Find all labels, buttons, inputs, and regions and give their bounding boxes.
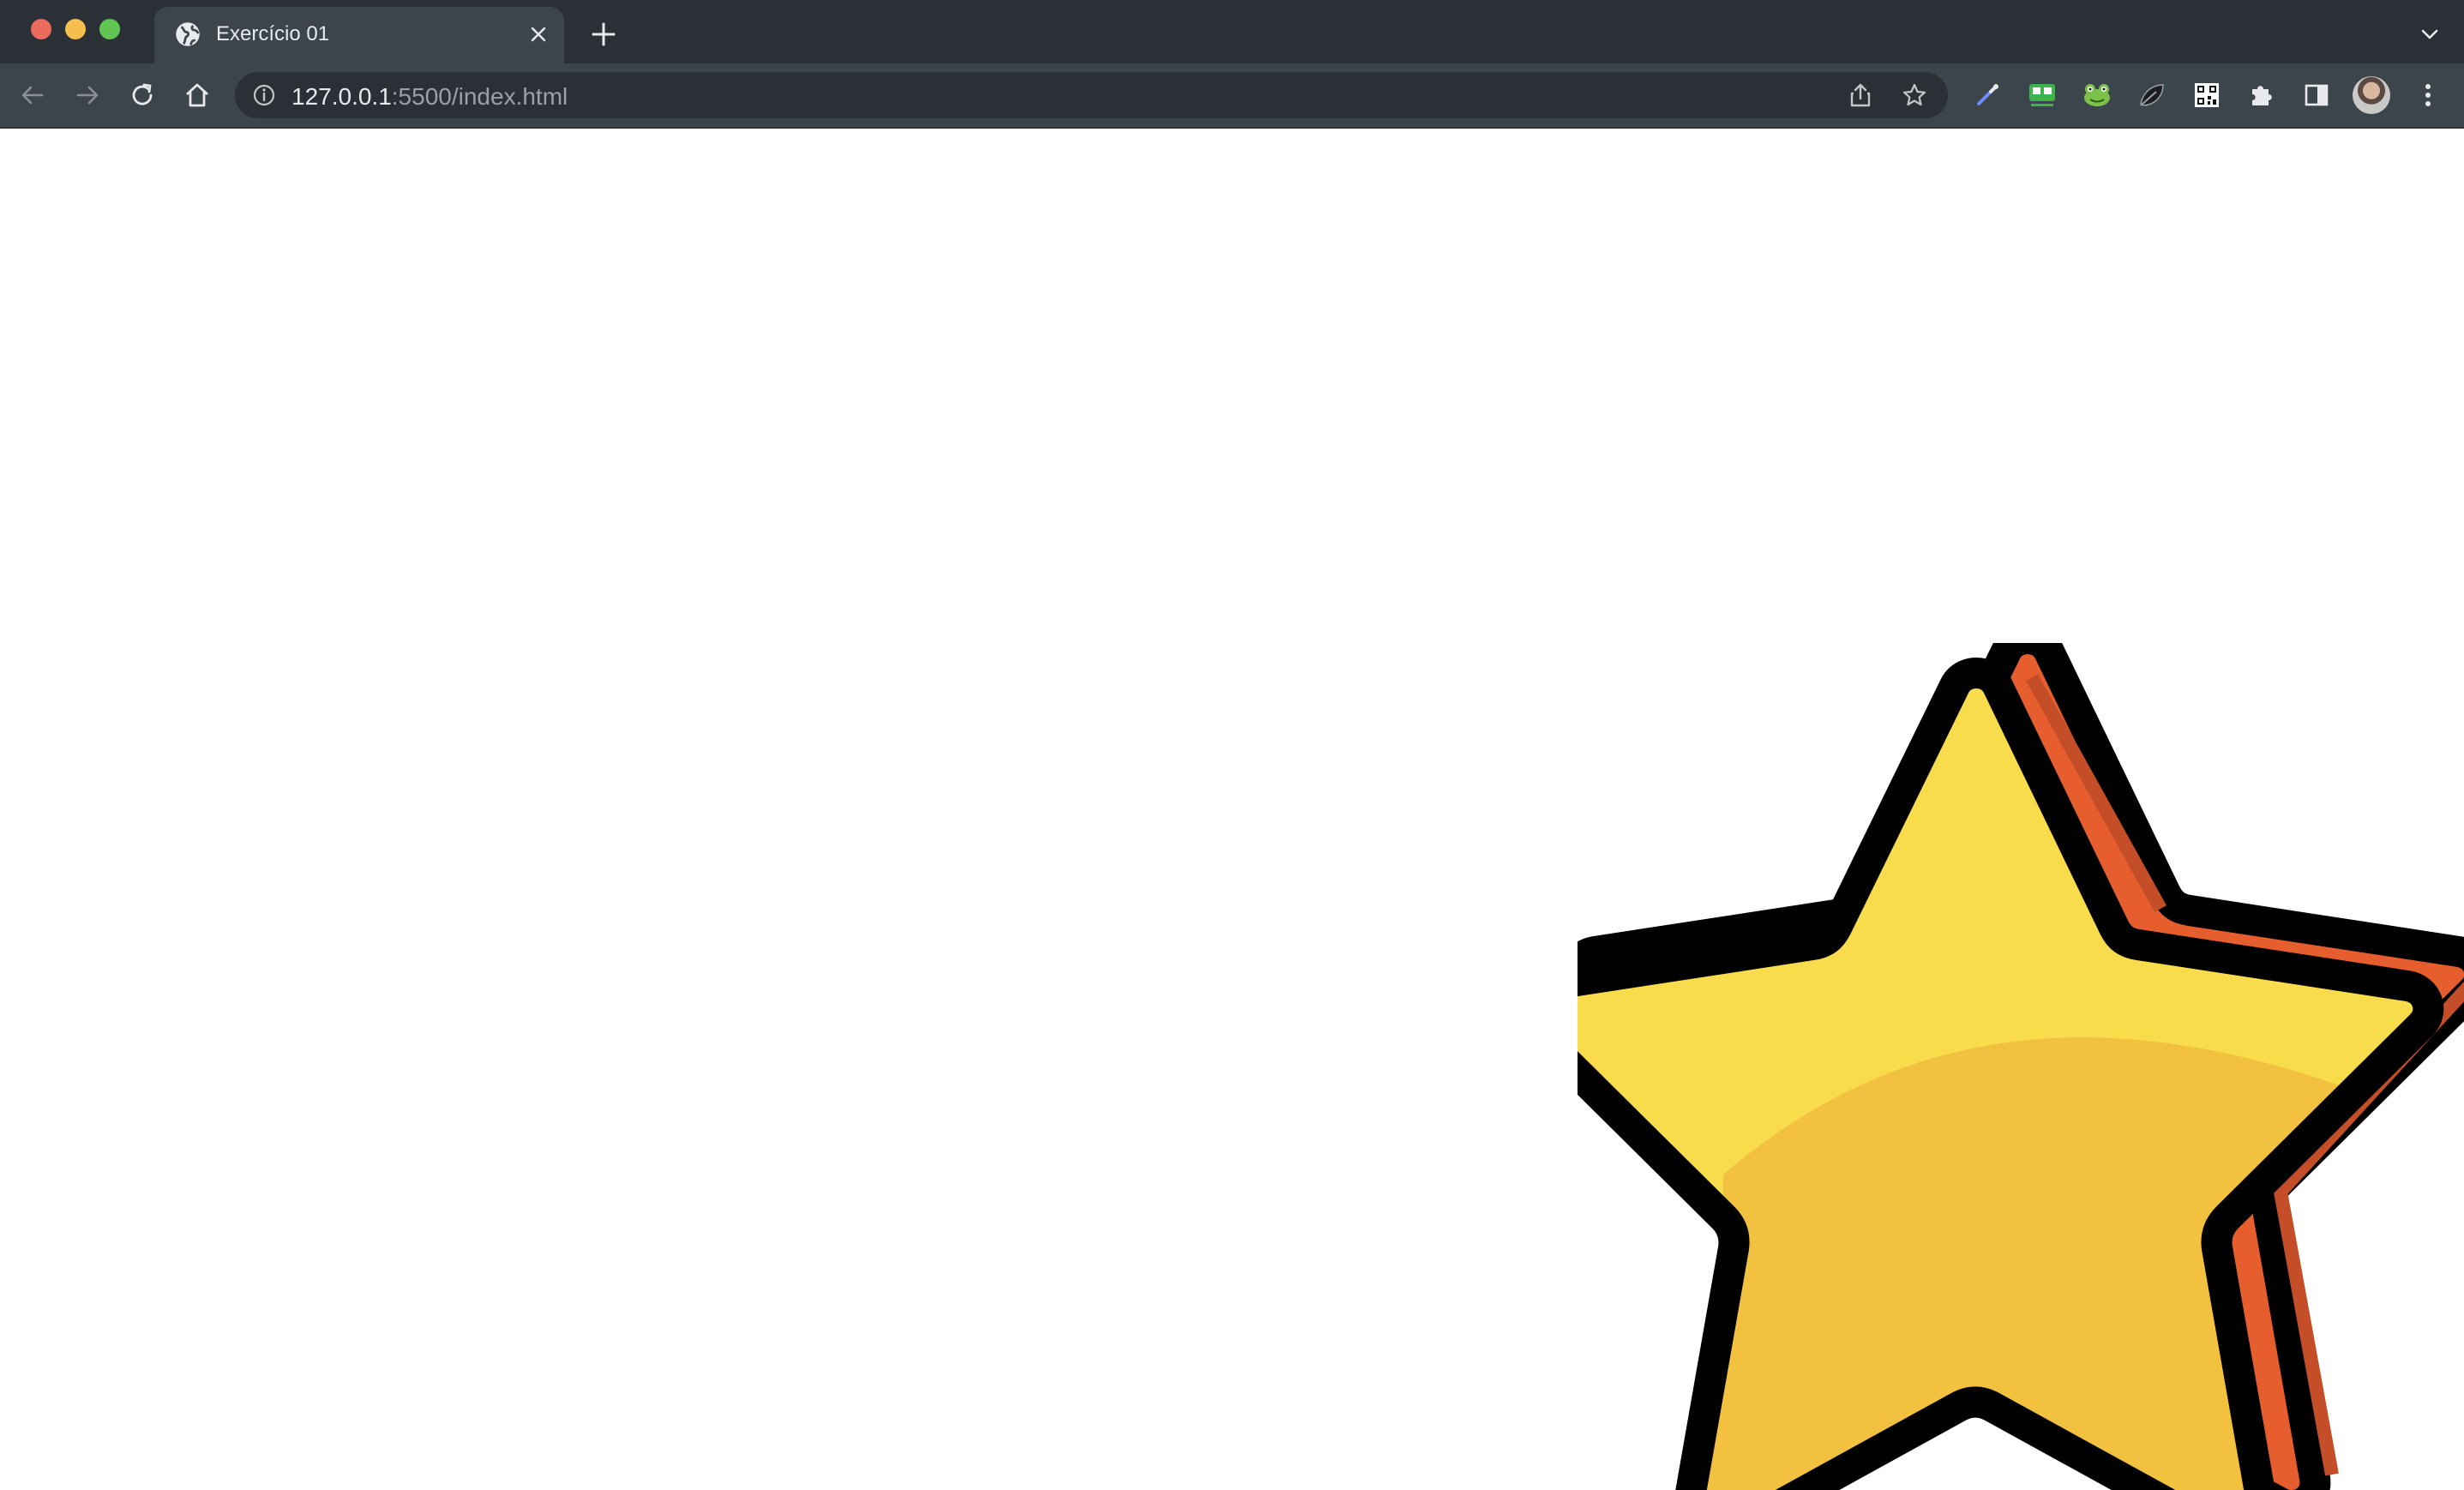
tab-close-button[interactable]: [523, 19, 554, 50]
eyedropper-extension[interactable]: [1970, 78, 2004, 112]
minimize-window-button[interactable]: [65, 19, 86, 39]
close-icon: [531, 27, 546, 42]
url-path: :5500/index.html: [391, 83, 568, 110]
info-icon[interactable]: [252, 83, 276, 107]
tab-title: Exercício 01: [216, 22, 330, 45]
star-outline-icon: [1902, 83, 1926, 106]
tab-active[interactable]: Exercício 01: [154, 7, 564, 63]
tab-search-button[interactable]: [2414, 19, 2445, 50]
side-panel-icon: [2305, 84, 2329, 106]
reload-button[interactable]: [125, 78, 159, 112]
browser-toolbar: 127.0.0.1:5500/index.html: [0, 63, 2464, 129]
puzzle-icon: [2252, 86, 2272, 105]
url-text[interactable]: 127.0.0.1:5500/index.html: [291, 83, 568, 111]
frog-extension-icon: [2084, 84, 2110, 106]
url-host: 127.0.0.1: [291, 83, 392, 110]
globe-icon: [176, 22, 200, 46]
zoom-window-button[interactable]: [99, 19, 120, 39]
tab-strip: Exercício 01: [0, 0, 2464, 63]
leaf-extension[interactable]: [2135, 78, 2169, 112]
back-button[interactable]: [15, 78, 50, 112]
close-window-button[interactable]: [31, 19, 51, 39]
chevron-down-icon: [2421, 29, 2438, 39]
eyedropper-icon: [1977, 84, 1998, 105]
tv-extension-icon: [2029, 84, 2055, 106]
leaf-extension-icon: [2140, 84, 2164, 106]
frog-extension[interactable]: [2080, 78, 2114, 112]
browser-menu-button[interactable]: [2411, 78, 2445, 112]
qr-extension[interactable]: [2190, 78, 2224, 112]
qr-code-icon: [2195, 83, 2219, 107]
home-icon: [186, 83, 208, 107]
tv-extension[interactable]: [2025, 78, 2059, 112]
profile-avatar[interactable]: [2353, 76, 2390, 114]
forward-button[interactable]: [70, 78, 105, 112]
new-tab-button[interactable]: [586, 17, 621, 51]
share-button[interactable]: [1845, 80, 1876, 111]
plus-icon: [592, 22, 616, 46]
share-icon: [1850, 83, 1871, 107]
browser-window: Exercício 01 127.0.0.1:5500/index.html: [0, 0, 2464, 1490]
home-button[interactable]: [180, 78, 214, 112]
arrow-left-icon: [21, 86, 44, 105]
more-vertical-icon: [2425, 84, 2431, 106]
extensions-button[interactable]: [2245, 78, 2279, 112]
address-bar[interactable]: 127.0.0.1:5500/index.html: [235, 72, 1948, 118]
page-viewport: [0, 129, 2464, 1490]
bookmark-button[interactable]: [1899, 80, 1930, 111]
side-panel-button[interactable]: [2299, 78, 2334, 112]
arrow-right-icon: [76, 86, 99, 105]
reload-icon: [132, 83, 153, 105]
star-illustration: [1578, 643, 2464, 1490]
